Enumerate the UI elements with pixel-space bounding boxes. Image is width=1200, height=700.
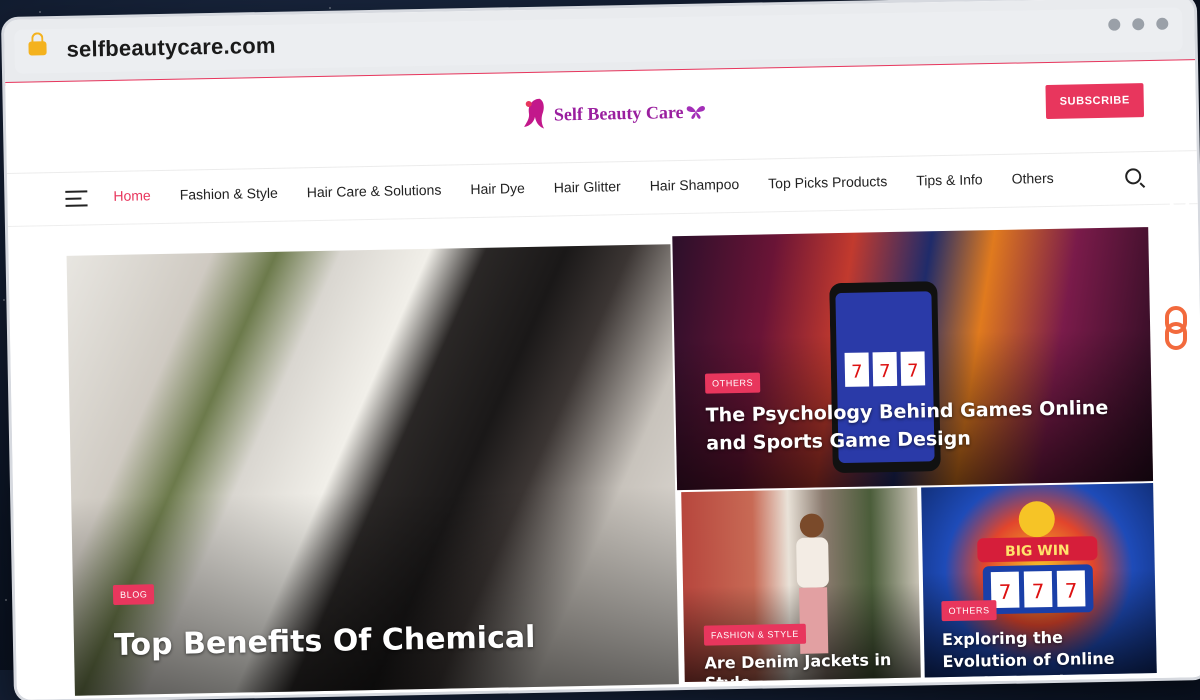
- article-title[interactable]: Are Denim Jackets in Style: [704, 650, 915, 682]
- category-badge[interactable]: OTHERS: [941, 600, 997, 622]
- browser-window: selfbeautycare.com Self Beauty Care SUBS…: [4, 0, 1200, 700]
- nav-menu: Home Fashion & Style Hair Care & Solutio…: [113, 170, 1054, 204]
- nav-item-top-picks[interactable]: Top Picks Products: [768, 173, 887, 191]
- subscribe-button[interactable]: SUBSCRIBE: [1045, 83, 1145, 120]
- logo-woman-icon: [524, 98, 545, 129]
- svg-text:7: 7: [1065, 578, 1078, 602]
- category-badge[interactable]: FASHION & STYLE: [703, 623, 807, 646]
- butterfly-icon: [686, 105, 705, 119]
- svg-text:BIG WIN: BIG WIN: [1005, 543, 1070, 560]
- svg-text:7: 7: [851, 362, 863, 383]
- svg-text:7: 7: [999, 580, 1012, 604]
- category-badge[interactable]: OTHERS: [704, 372, 761, 394]
- featured-card-main[interactable]: BLOG Top Benefits Of Chemical: [66, 244, 679, 696]
- lock-icon: [28, 41, 47, 56]
- featured-card-gaming[interactable]: BIG WIN 7 7 7 OTHERS Exploring the Evolu…: [921, 483, 1157, 678]
- featured-grid: BLOG Top Benefits Of Chemical 7 7 7 OTHE…: [66, 221, 1157, 696]
- site-logo[interactable]: Self Beauty Care: [522, 92, 706, 136]
- svg-text:7: 7: [907, 361, 919, 382]
- guestpostlinks-watermark: GUESTPOSTLINKS: [1158, 60, 1198, 360]
- nav-item-others[interactable]: Others: [1011, 170, 1053, 187]
- article-title[interactable]: Top Benefits Of Chemical: [114, 617, 635, 665]
- nav-item-hair-glitter[interactable]: Hair Glitter: [554, 178, 621, 195]
- hamburger-menu-icon[interactable]: [65, 190, 88, 207]
- svg-text:7: 7: [1032, 579, 1045, 603]
- svg-text:7: 7: [879, 361, 891, 382]
- nav-item-home[interactable]: Home: [113, 187, 151, 204]
- guestpostlinks-link-icon: [1165, 306, 1187, 350]
- nav-item-tips-info[interactable]: Tips & Info: [916, 171, 983, 188]
- nav-item-fashion-style[interactable]: Fashion & Style: [180, 185, 278, 203]
- website-content: Self Beauty Care SUBSCRIBE Home Fashion …: [5, 60, 1200, 700]
- article-title[interactable]: The Psychology Behind Games Online and S…: [705, 394, 1126, 458]
- nav-item-hair-dye[interactable]: Hair Dye: [470, 180, 525, 197]
- featured-card-games[interactable]: 7 7 7 OTHERS The Psychology Behind Games…: [672, 227, 1154, 491]
- featured-card-denim[interactable]: FASHION & STYLE Are Denim Jackets in Sty…: [681, 487, 921, 683]
- url-text[interactable]: selfbeautycare.com: [66, 33, 276, 63]
- nav-item-hair-care[interactable]: Hair Care & Solutions: [307, 182, 442, 201]
- nav-item-hair-shampoo[interactable]: Hair Shampoo: [650, 176, 740, 194]
- logo-text: Self Beauty Care: [553, 101, 684, 124]
- category-badge[interactable]: BLOG: [112, 584, 155, 606]
- search-icon[interactable]: [1125, 168, 1142, 185]
- watermark-text: GUESTPOSTLINKS: [1166, 60, 1196, 336]
- window-dots-icon[interactable]: [1108, 17, 1169, 31]
